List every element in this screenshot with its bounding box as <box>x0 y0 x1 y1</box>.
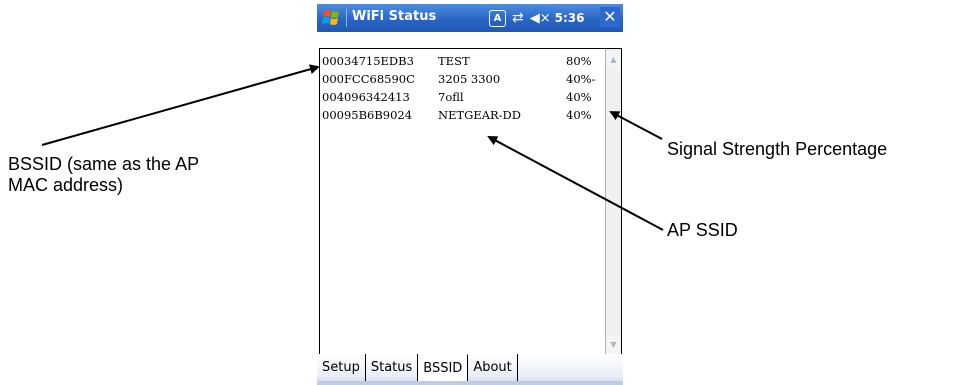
bssid-callout-label: BSSID (same as the AP MAC address) <box>8 154 298 196</box>
bssid-callout-line1: BSSID (same as the AP <box>8 154 200 174</box>
bssid-callout-arrow <box>41 64 320 146</box>
bssid-callout-line2: MAC address) <box>8 175 124 195</box>
ssid-callout-arrow <box>487 136 664 231</box>
signal-callout-arrow <box>609 111 663 140</box>
signal-callout-label: Signal Strength Percentage <box>667 139 888 159</box>
ssid-callout-label: AP SSID <box>667 220 738 240</box>
